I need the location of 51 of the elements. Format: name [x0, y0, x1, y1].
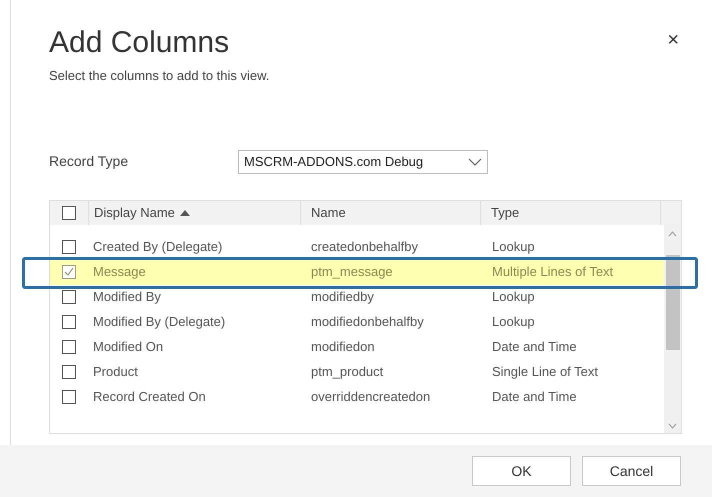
chevron-down-icon	[468, 158, 482, 166]
dialog-button[interactable]: Cancel	[582, 456, 681, 486]
scroll-down-icon	[668, 422, 677, 428]
checkbox[interactable]	[62, 265, 76, 279]
scrollbar-thumb[interactable]	[666, 254, 680, 350]
table-cell-text: Modified On	[92, 338, 164, 356]
column-header[interactable]: Name	[311, 202, 346, 222]
table-row[interactable]: Record Created On overriddencreatedon Date and Time	[50, 384, 664, 410]
table-cell-text: Message	[92, 263, 147, 282]
dialog-button[interactable]: OK	[472, 456, 571, 486]
checkbox[interactable]	[62, 290, 76, 304]
table-cell-text: Record Created On	[92, 388, 207, 406]
table-cell-text: Single Line of Text	[491, 363, 598, 382]
record-type-label: Record Type	[49, 152, 130, 171]
column-header[interactable]: Display Name	[94, 202, 190, 222]
table-row[interactable]: Modified On modifiedon Date and Time	[50, 334, 664, 360]
table-cell-text: modifiedon	[310, 338, 376, 356]
table-cell-text: modifiedby	[310, 288, 375, 306]
checkbox[interactable]	[62, 340, 76, 354]
table-cell-text: Product	[92, 363, 139, 382]
table-cell-text: Multiple Lines of Text	[491, 263, 614, 282]
table-cell-text: Lookup	[491, 238, 535, 256]
table-row[interactable]: Modified By modifiedby Lookup	[50, 284, 664, 310]
table-row[interactable]: Product ptm_product Single Line of Text	[50, 360, 664, 384]
table-cell-text: ptm_message	[310, 263, 394, 282]
table-cell-text: Modified By	[92, 288, 162, 306]
checkbox[interactable]	[62, 390, 76, 404]
table-cell-text: createdonbehalfby	[310, 238, 419, 256]
table-row[interactable]: Created By (Delegate) createdonbehalfby Lookup	[50, 234, 664, 260]
table-cell-text: ptm_product	[310, 363, 384, 382]
close-button[interactable]: ×	[667, 30, 679, 50]
table-cell-text: Created By (Delegate)	[92, 238, 224, 256]
table-row[interactable]: Modified By (Delegate) modifiedonbehalfby Lookup	[50, 310, 664, 334]
column-header[interactable]: Type	[491, 202, 520, 222]
table-cell-text: Lookup	[491, 288, 535, 306]
table-cell-text: overriddencreatedon	[310, 388, 432, 406]
check-icon	[64, 267, 74, 277]
checkbox[interactable]	[62, 315, 76, 329]
table-cell-text: Date and Time	[491, 338, 577, 356]
table-cell-text: Date and Time	[491, 388, 577, 406]
dialog-title: Add Columns	[49, 26, 230, 60]
table-cell-text: Lookup	[491, 313, 535, 332]
scroll-up-icon	[668, 230, 677, 236]
dialog-subtitle: Select the columns to add to this view.	[49, 67, 270, 85]
record-type-dropdown[interactable]: MSCRM-ADDONS.com Debug	[238, 150, 488, 174]
table-cell-text: Modified By (Delegate)	[92, 313, 226, 332]
checkbox[interactable]	[62, 365, 76, 379]
checkbox[interactable]	[62, 206, 76, 220]
checkbox[interactable]	[62, 240, 76, 254]
scrollbar[interactable]	[664, 224, 681, 432]
table-cell-text: modifiedonbehalfby	[310, 313, 425, 332]
